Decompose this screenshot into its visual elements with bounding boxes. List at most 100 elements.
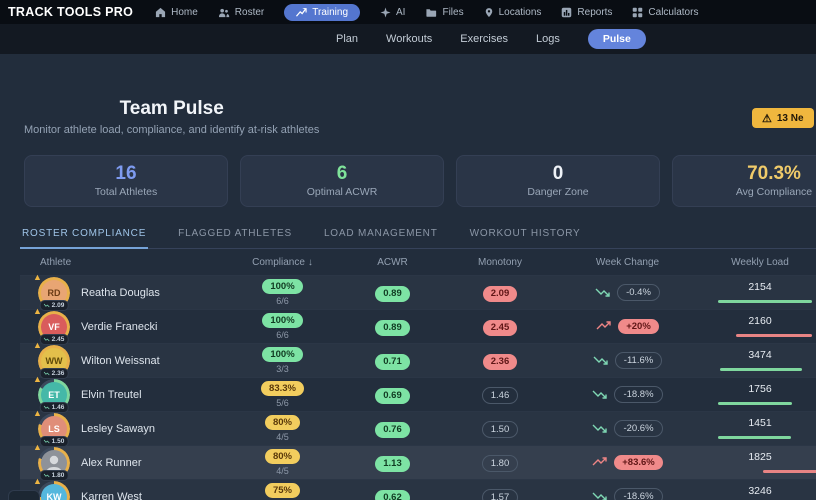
nav-item-training[interactable]: Training (284, 4, 360, 21)
athlete-name: Wilton Weissnat (81, 355, 160, 367)
trend-mini-icon (44, 303, 50, 308)
tab-workout-history[interactable]: WORKOUT HISTORY (468, 219, 583, 249)
subnav-item-pulse[interactable]: Pulse (588, 29, 646, 49)
col-header-week-change: Week Change (560, 257, 695, 268)
compliance-cell: 100% 6/6 (220, 313, 345, 340)
athlete-name: Alex Runner (81, 457, 142, 469)
avatar-mini-badge: 1.50 (40, 436, 69, 447)
compliance-count: 6/6 (276, 330, 289, 340)
table-row[interactable]: RD ▲ 2.09 Reatha Douglas 100% 6/6 0.89 2… (20, 275, 816, 309)
col-header-compliance[interactable]: Compliance↓ (220, 257, 345, 268)
acwr-cell: 0.76 (345, 419, 440, 437)
acwr-cell: 0.62 (345, 487, 440, 500)
subnav-item-workouts[interactable]: Workouts (386, 33, 432, 45)
table-row[interactable]: VF ▲ 2.45 Verdie Franecki 100% 6/6 0.89 … (20, 309, 816, 343)
compliance-cell: 100% 3/3 (220, 347, 345, 374)
bottom-left-widget[interactable] (8, 490, 40, 500)
athlete-name: Karren West (81, 491, 142, 500)
nav-item-ai[interactable]: AI (380, 7, 405, 18)
weekly-load-cell: 2154 (695, 276, 816, 309)
acwr-cell: 1.13 (345, 453, 440, 471)
col-header-weekly-load: Weekly Load (695, 257, 816, 268)
week-change-cell: +83.6% (560, 455, 695, 470)
trending-up-icon (596, 320, 612, 332)
subnav-item-exercises[interactable]: Exercises (460, 33, 508, 45)
col-header-athlete: Athlete (20, 257, 220, 268)
table-row[interactable]: WW ▲ 2.36 Wilton Weissnat 100% 3/3 0.71 … (20, 343, 816, 377)
monotony-pill: 1.80 (482, 455, 519, 472)
table-row[interactable]: ▲ 1.80 Alex Runner 80% 4/5 1.13 1.80 +83… (20, 445, 816, 479)
ai-icon (380, 7, 391, 18)
avatar: VF ▲ 2.45 (40, 313, 68, 341)
trending-down-icon (592, 422, 608, 434)
trending-up-icon (592, 456, 608, 468)
monotony-pill: 1.50 (482, 421, 519, 438)
weekly-load-bar (718, 402, 792, 405)
week-change-cell: -0.4% (560, 284, 695, 301)
athlete-cell: ▲ 1.80 Alex Runner (20, 449, 220, 477)
nav-item-locations[interactable]: Locations (484, 7, 542, 18)
tab-roster-compliance[interactable]: ROSTER COMPLIANCE (20, 219, 148, 249)
alert-badge[interactable]: ⚠ 13 Ne (752, 108, 814, 128)
trend-mini-icon (44, 371, 50, 376)
nav-item-calculators[interactable]: Calculators (632, 7, 698, 18)
subnav-item-logs[interactable]: Logs (536, 33, 560, 45)
stats-row: 16 Total Athletes 6 Optimal ACWR 0 Dange… (24, 155, 816, 207)
stat-label: Optimal ACWR (307, 186, 378, 198)
trending-down-icon (593, 354, 609, 366)
weekly-load-bar (736, 334, 812, 337)
brand-logo: TRACK TOOLS PRO (8, 5, 133, 19)
trending-down-icon (595, 286, 611, 298)
mini-badge-value: 1.80 (52, 472, 65, 479)
athlete-cell: WW ▲ 2.36 Wilton Weissnat (20, 347, 220, 375)
acwr-pill: 1.13 (375, 456, 410, 471)
athlete-name: Elvin Treutel (81, 389, 142, 401)
warning-triangle-icon: ⚠ (762, 112, 772, 125)
training-icon (296, 7, 307, 18)
weekly-load-cell: 3474 (695, 344, 816, 377)
nav-item-reports[interactable]: Reports (561, 7, 612, 18)
compliance-count: 3/3 (276, 364, 289, 374)
compliance-count: 6/6 (276, 296, 289, 306)
stat-label: Danger Zone (527, 186, 588, 198)
avatar: LS ▲ 1.50 (40, 415, 68, 443)
week-change-pill: -0.4% (617, 284, 660, 301)
weekly-load-cell: 2160 (695, 310, 816, 343)
compliance-cell: 80% 4/5 (220, 415, 345, 442)
acwr-cell: 0.69 (345, 385, 440, 403)
nav-item-home[interactable]: Home (155, 7, 198, 18)
week-change-pill: +20% (618, 319, 659, 334)
week-change-pill: +83.6% (614, 455, 663, 470)
table-row[interactable]: LS ▲ 1.50 Lesley Sawayn 80% 4/5 0.76 1.5… (20, 411, 816, 445)
avatar-mini-badge: 1.46 (40, 402, 69, 413)
mini-badge-value: 1.46 (52, 404, 65, 411)
table-header-row: Athlete Compliance↓ ACWR Monotony Week C… (20, 249, 816, 275)
acwr-cell: 0.89 (345, 317, 440, 335)
top-nav: TRACK TOOLS PRO Home Roster Training AI … (0, 0, 816, 24)
avatar: KW ▲ 1.57 (40, 483, 68, 500)
athlete-cell: VF ▲ 2.45 Verdie Franecki (20, 313, 220, 341)
weekly-load-cell: 1451 (695, 412, 816, 445)
tab-flagged-athletes[interactable]: FLAGGED ATHLETES (176, 219, 294, 249)
page: TRACK TOOLS PRO Home Roster Training AI … (0, 0, 816, 500)
monotony-cell: 1.50 (440, 419, 560, 438)
tab-load-management[interactable]: LOAD MANAGEMENT (322, 219, 440, 249)
home-icon (155, 7, 166, 18)
stat-label: Avg Compliance (736, 186, 812, 198)
warning-icon: ▲ (33, 273, 42, 282)
weekly-load-value: 1825 (695, 451, 816, 463)
col-header-monotony: Monotony (440, 257, 560, 268)
compliance-count: 4/5 (276, 466, 289, 476)
trend-mini-icon (44, 439, 50, 444)
weekly-load-value: 3246 (695, 485, 816, 497)
files-icon (425, 7, 437, 18)
nav-item-roster[interactable]: Roster (218, 7, 264, 18)
compliance-count: 5/6 (276, 398, 289, 408)
athlete-cell: LS ▲ 1.50 Lesley Sawayn (20, 415, 220, 443)
stat-value: 0 (553, 164, 564, 183)
table-row[interactable]: ET ▲ 1.46 Elvin Treutel 83.3% 5/6 0.69 1… (20, 377, 816, 411)
avatar-mini-badge: 2.09 (40, 300, 69, 311)
subnav-item-plan[interactable]: Plan (336, 33, 358, 45)
nav-item-files[interactable]: Files (425, 7, 463, 18)
table-row[interactable]: KW ▲ 1.57 Karren West 75% 3/4 0.62 1.57 … (20, 479, 816, 500)
